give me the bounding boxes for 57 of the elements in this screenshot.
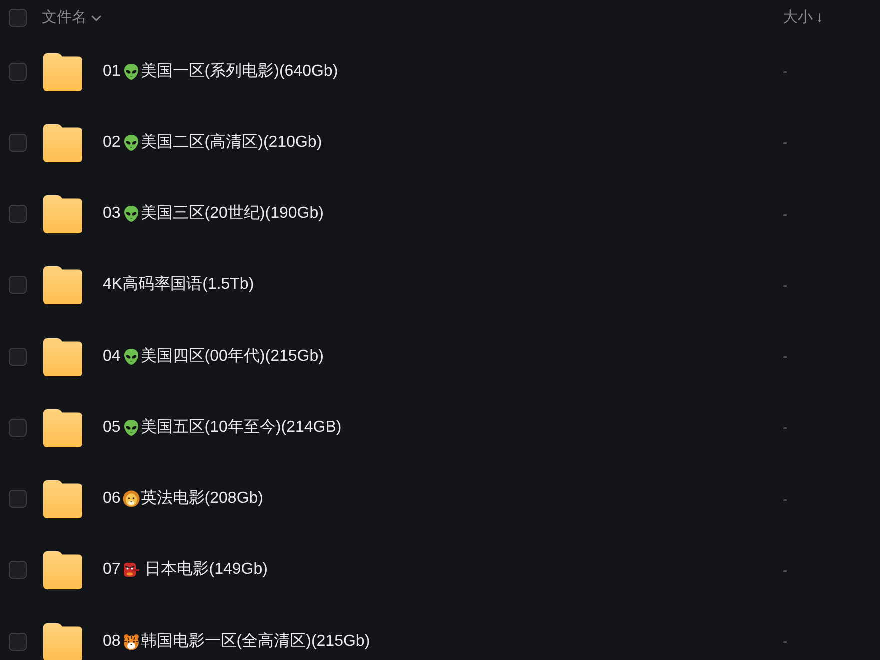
sort-arrow[interactable]: ↓ — [816, 8, 824, 28]
folder-icon — [43, 336, 83, 377]
file-size: - — [783, 204, 788, 224]
folder-icon — [43, 52, 83, 92]
file-name[interactable]: 英法电影(208Gb) — [140, 488, 264, 510]
alien-icon — [122, 418, 140, 437]
file-name[interactable]: 4K高码率国语(1.5Tb) — [103, 274, 254, 296]
folder-icon — [43, 408, 83, 448]
file-name[interactable]: 日本电影(149Gb) — [140, 559, 268, 582]
file-number: 05 — [103, 418, 121, 438]
file-size: - — [783, 347, 788, 366]
file-name[interactable]: 美国二区(高清区)(210Gb) — [140, 132, 322, 154]
alien-icon — [122, 348, 140, 366]
file-number: 08 — [103, 632, 121, 652]
checkbox[interactable] — [9, 9, 27, 27]
file-name[interactable]: 美国四区(00年代)(215Gb) — [140, 346, 324, 368]
alien-icon — [122, 205, 140, 224]
checkbox[interactable] — [9, 276, 27, 294]
folder-icon — [43, 122, 83, 163]
checkbox[interactable] — [9, 205, 27, 224]
checkbox[interactable] — [9, 561, 27, 580]
checkbox[interactable] — [9, 490, 27, 508]
tiger-face-icon — [122, 632, 140, 651]
file-number: 07 — [103, 560, 121, 580]
file-number: 04 — [103, 346, 121, 367]
file-number: 06 — [103, 489, 121, 510]
folder-icon — [43, 622, 83, 660]
goblin-mask-icon — [122, 561, 140, 580]
chevron-down-icon[interactable] — [91, 14, 102, 22]
file-size: - — [783, 418, 788, 438]
file-number: 01 — [103, 62, 121, 82]
alien-icon — [122, 62, 140, 81]
file-name[interactable]: 美国一区(系列电影)(640Gb) — [140, 60, 338, 83]
folder-icon — [43, 479, 83, 520]
lion-face-icon — [122, 490, 140, 508]
checkbox[interactable] — [9, 62, 27, 81]
file-size: - — [783, 632, 788, 652]
file-size: - — [783, 490, 788, 509]
alien-icon — [122, 134, 140, 152]
column-header[interactable]: 大小 — [783, 8, 813, 28]
folder-icon — [43, 550, 83, 590]
file-name[interactable]: 美国五区(10年至今)(214GB) — [140, 416, 342, 439]
checkbox[interactable] — [9, 418, 27, 437]
folder-icon — [43, 194, 83, 234]
file-number: 02 — [103, 132, 121, 153]
file-size: - — [783, 62, 788, 82]
checkbox[interactable] — [9, 348, 27, 366]
file-size: - — [783, 560, 788, 580]
folder-icon — [43, 265, 83, 306]
column-header[interactable]: 文件名 — [42, 8, 87, 28]
file-name[interactable]: 韩国电影一区(全高清区)(215Gb) — [140, 630, 370, 653]
file-name[interactable]: 美国三区(20世纪)(190Gb) — [140, 203, 324, 226]
checkbox[interactable] — [9, 632, 27, 651]
file-number: 03 — [103, 204, 121, 224]
file-size: - — [783, 133, 788, 152]
file-size: - — [783, 276, 788, 295]
checkbox[interactable] — [9, 134, 27, 152]
